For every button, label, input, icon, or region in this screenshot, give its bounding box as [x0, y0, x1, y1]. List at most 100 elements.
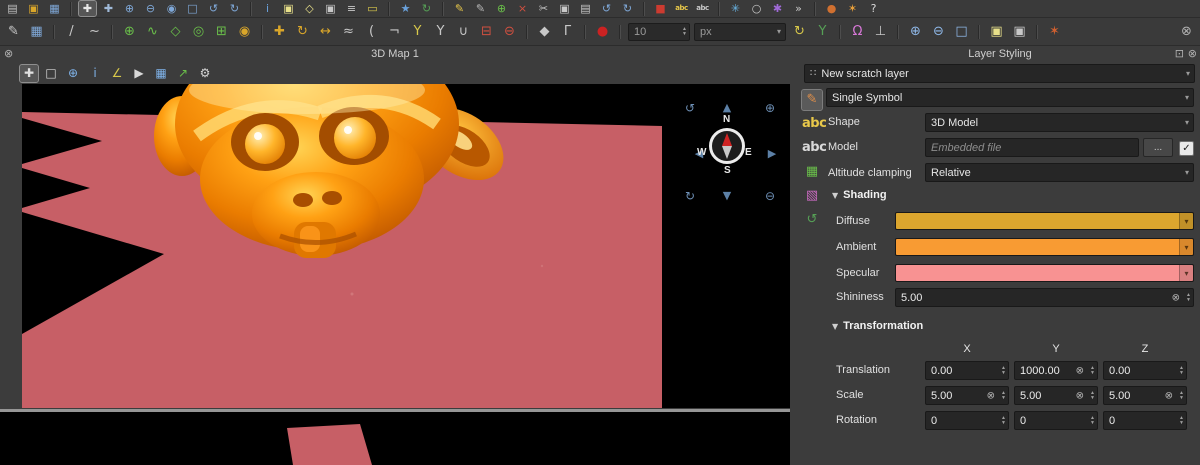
stream-digitize-icon[interactable]: ~: [85, 23, 104, 41]
zoom-full-alt-icon[interactable]: □: [952, 23, 971, 41]
split-parts-icon[interactable]: Y: [431, 23, 450, 41]
zoom-next-icon[interactable]: ↻: [226, 1, 243, 16]
scene-configuration-icon[interactable]: ⚙: [196, 65, 214, 82]
new-bookmark-icon[interactable]: ★: [397, 1, 414, 16]
chevron-down-icon[interactable]: ▾: [1179, 265, 1193, 281]
labels-tab[interactable]: abc: [802, 114, 822, 134]
zoom-in-icon[interactable]: ⊕: [121, 1, 138, 16]
clear-icon[interactable]: ⊗: [1172, 292, 1180, 303]
translation-x-spinbox[interactable]: 0.00 ⊗ ▲▼: [925, 361, 1009, 380]
close-icon[interactable]: ⊗: [1188, 47, 1197, 61]
python-console-icon[interactable]: »: [790, 1, 807, 16]
layer-selector[interactable]: ∷ New scratch layer ▾: [804, 64, 1195, 83]
delete-selected-icon[interactable]: ×: [514, 1, 531, 16]
current-edits-icon[interactable]: ✎: [4, 23, 23, 41]
ambient-color-button[interactable]: ▾: [895, 238, 1194, 256]
labels-toolbar-icon[interactable]: abc: [673, 1, 690, 16]
symbology-tab[interactable]: ✎: [802, 90, 822, 110]
measure-icon[interactable]: ▭: [364, 1, 381, 16]
spinner-arrows[interactable]: ▲▼: [1001, 362, 1006, 379]
spinner-arrows[interactable]: ▲▼: [1179, 362, 1184, 379]
spinner-arrows[interactable]: ▲▼: [1179, 387, 1184, 404]
record-vertices-icon[interactable]: ●: [593, 23, 612, 41]
topology-checker-icon[interactable]: ⊥: [871, 23, 890, 41]
redo-icon[interactable]: ↻: [619, 1, 636, 16]
scale-y-spinbox[interactable]: 5.00 ⊗ ▲▼: [1014, 386, 1098, 405]
shape-combobox[interactable]: 3D Model ▾: [925, 113, 1194, 132]
unit-combobox[interactable]: px ▾: [694, 23, 786, 41]
snapping-icon[interactable]: Ω: [848, 23, 867, 41]
clipboard-icon[interactable]: ▤: [4, 1, 21, 16]
processing-toolbox-icon[interactable]: ✱: [769, 1, 786, 16]
rotate-feature-icon[interactable]: ↻: [293, 23, 312, 41]
specular-color-button[interactable]: ▾: [895, 264, 1194, 282]
save-as-image-icon[interactable]: ▦: [152, 65, 170, 82]
symbol-type-combobox[interactable]: Single Symbol ▾: [826, 88, 1194, 107]
clear-icon[interactable]: ⊗: [1165, 390, 1173, 401]
save-layer-edits-icon[interactable]: ▦: [27, 23, 46, 41]
select-alt-icon[interactable]: ▣: [987, 23, 1006, 41]
camera-rotate-tool-icon[interactable]: □: [42, 65, 60, 82]
delete-part-icon[interactable]: ⊟: [477, 23, 496, 41]
spinner-arrows[interactable]: ▲▼: [1090, 387, 1095, 404]
attribute-table-icon[interactable]: ≡: [343, 1, 360, 16]
cut-features-icon[interactable]: ✂: [535, 1, 552, 16]
zoom-in-alt-icon[interactable]: ⊕: [906, 23, 925, 41]
shininess-spinbox[interactable]: 5.00 ⊗ ▲▼: [895, 288, 1194, 307]
zoom-in-button[interactable]: ⊕: [762, 100, 778, 116]
tracing-icon[interactable]: Y: [813, 23, 832, 41]
fill-ring-icon[interactable]: ◉: [235, 23, 254, 41]
embed-file-checkbox[interactable]: ✓: [1179, 141, 1194, 156]
merge-features-icon[interactable]: ∪: [454, 23, 473, 41]
scale-z-spinbox[interactable]: 5.00 ⊗ ▲▼: [1103, 386, 1187, 405]
scale-x-spinbox[interactable]: 5.00 ⊗ ▲▼: [925, 386, 1009, 405]
clear-icon[interactable]: ⊗: [1076, 365, 1084, 376]
width-spinbox[interactable]: 10 ▲▼: [628, 23, 690, 41]
zoom-out-alt-icon[interactable]: ⊖: [929, 23, 948, 41]
add-point-icon[interactable]: ⊕: [120, 23, 139, 41]
translation-y-spinbox[interactable]: 1000.00 ⊗ ▲▼: [1014, 361, 1098, 380]
zoom-tool-icon[interactable]: ⊕: [64, 65, 82, 82]
add-ring-icon[interactable]: ◎: [189, 23, 208, 41]
tilt-down-button[interactable]: ↻: [682, 188, 698, 204]
rotation-z-spinbox[interactable]: 0 ⊗ ▲▼: [1103, 411, 1187, 430]
camera-pan-tool-icon[interactable]: ✚: [20, 65, 38, 82]
temporal-controller-icon[interactable]: ○: [748, 1, 765, 16]
add-line-icon[interactable]: ∿: [143, 23, 162, 41]
toolbar-overflow-icon[interactable]: ⊗: [1177, 23, 1196, 41]
play-animation-icon[interactable]: ▶: [130, 65, 148, 82]
layer-labeling-options-icon[interactable]: abc: [694, 1, 711, 16]
metasearch-icon[interactable]: ●: [823, 1, 840, 16]
float-icon[interactable]: ⊡: [1175, 47, 1184, 61]
zoom-out-icon[interactable]: ⊖: [142, 1, 159, 16]
map2d-canvas[interactable]: [0, 412, 790, 465]
zoom-last-icon[interactable]: ↺: [205, 1, 222, 16]
reshape-features-icon[interactable]: ¬: [385, 23, 404, 41]
diagrams-tab[interactable]: ▧: [802, 186, 822, 206]
rotation-x-spinbox[interactable]: 0 ⊗ ▲▼: [925, 411, 1009, 430]
history-tab[interactable]: ↺: [802, 210, 822, 230]
pan-to-selection-icon[interactable]: ✚: [100, 1, 117, 16]
compass[interactable]: [709, 128, 745, 164]
measure-line-icon[interactable]: ∠: [108, 65, 126, 82]
chevron-down-icon[interactable]: ▾: [1179, 239, 1193, 255]
move-feature-icon[interactable]: ✚: [270, 23, 289, 41]
offset-curve-icon[interactable]: (: [362, 23, 381, 41]
spinner-arrows[interactable]: ▲▼: [682, 24, 687, 40]
transformation-group-header[interactable]: ▼Transformation: [832, 320, 923, 332]
symbology-3d-tab[interactable]: ▦: [802, 162, 822, 182]
chevron-down-icon[interactable]: ▾: [1179, 213, 1193, 229]
identify-tool-icon[interactable]: i: [86, 65, 104, 82]
undo-icon[interactable]: ↺: [598, 1, 615, 16]
toggle-editing-icon[interactable]: ✎: [451, 1, 468, 16]
deselect-features-icon[interactable]: ▣: [322, 1, 339, 16]
clear-icon[interactable]: ⊗: [987, 390, 995, 401]
refresh-map-icon[interactable]: ↻: [418, 1, 435, 16]
shading-group-header[interactable]: ▼Shading: [832, 189, 887, 201]
tilt-up-button[interactable]: ↺: [682, 100, 698, 116]
help-icon[interactable]: ?: [865, 1, 882, 16]
model-file-input[interactable]: [925, 138, 1139, 157]
save-edits-icon[interactable]: ✎: [472, 1, 489, 16]
map3d-viewport[interactable]: ↺ ▲ ⊕ ◀ W N E S ▶ ↻ ▼ ⊖: [22, 84, 790, 408]
spinner-arrows[interactable]: ▲▼: [1001, 412, 1006, 429]
